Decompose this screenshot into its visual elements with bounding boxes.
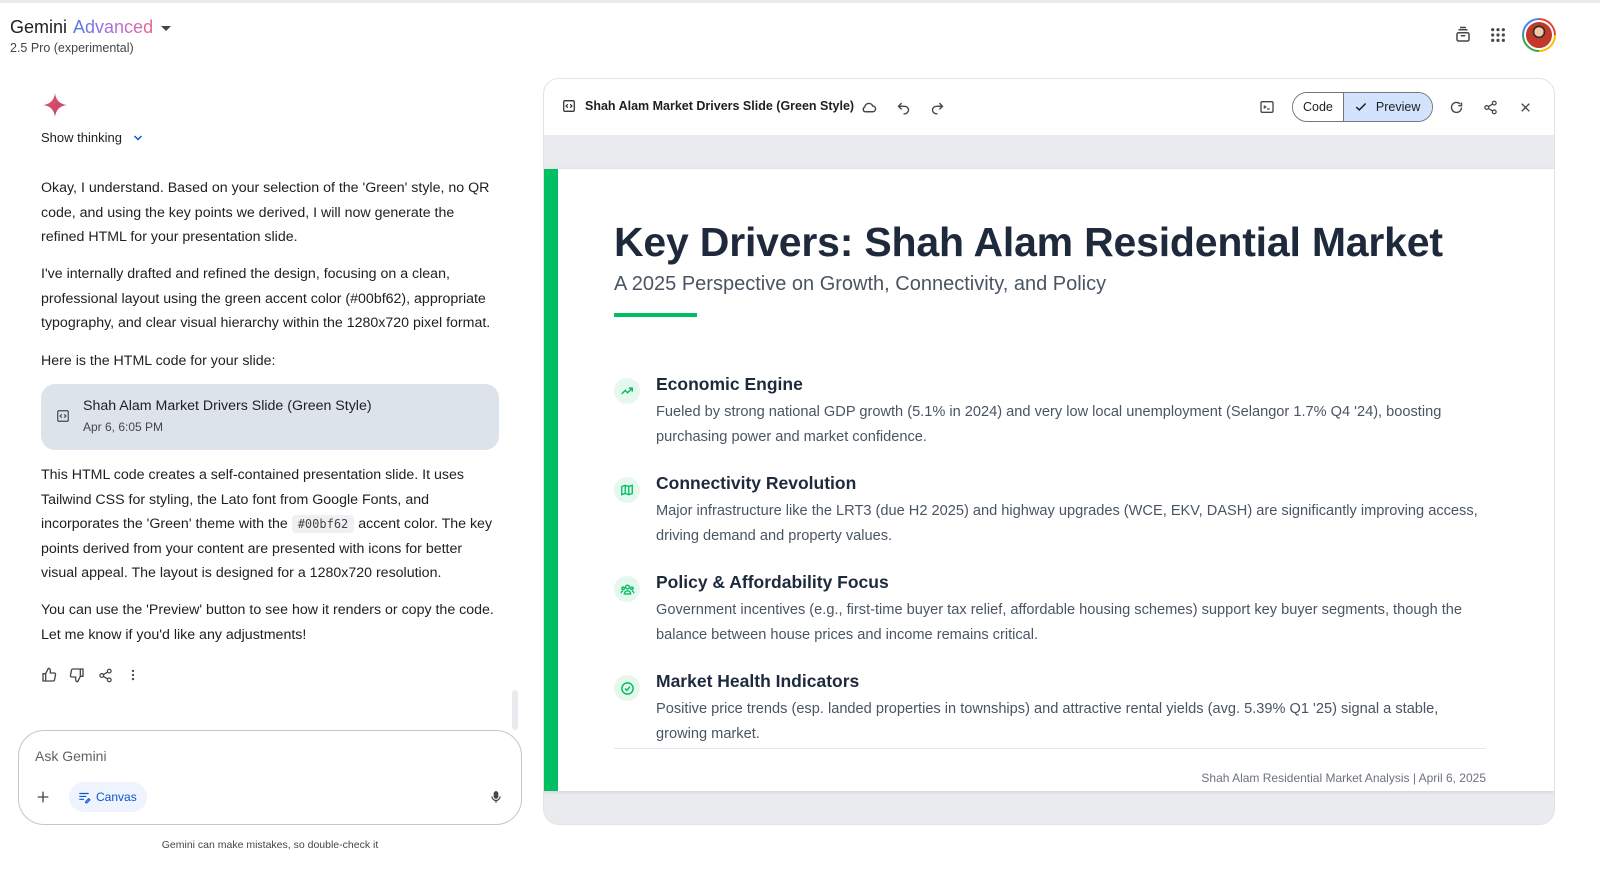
key-point-body: Major infrastructure like the LRT3 (due … bbox=[656, 503, 1478, 544]
inline-code: #00bf62 bbox=[291, 515, 355, 533]
prompt-box: Canvas bbox=[18, 730, 522, 825]
cloud-saved-icon[interactable] bbox=[859, 98, 877, 116]
slide-footer: Shah Alam Residential Market Analysis | … bbox=[1201, 771, 1486, 785]
key-point-body: Government incentives (e.g., first-time … bbox=[656, 602, 1463, 643]
app-header: Gemini Advanced 2.5 Pro (experimental) bbox=[0, 0, 1600, 64]
code-file-icon bbox=[57, 410, 69, 422]
preview-tab-label: Preview bbox=[1375, 100, 1421, 114]
chevron-down-icon bbox=[133, 134, 142, 141]
code-file-icon bbox=[563, 100, 575, 112]
model-label: 2.5 Pro (experimental) bbox=[10, 41, 134, 55]
share-icon[interactable] bbox=[1481, 98, 1499, 116]
thumbs-up-icon[interactable] bbox=[40, 666, 58, 684]
key-point-title: Connectivity Revolution bbox=[656, 473, 857, 493]
artifact-title: Shah Alam Market Drivers Slide (Green St… bbox=[83, 398, 372, 414]
redo-icon[interactable] bbox=[928, 98, 946, 116]
avatar-photo bbox=[1524, 20, 1554, 50]
model-switcher[interactable]: Gemini Advanced bbox=[10, 17, 172, 38]
chat-panel: Show thinking Okay, I understand. Based … bbox=[0, 70, 540, 875]
map-icon bbox=[614, 477, 640, 503]
slide-preview: Key Drivers: Shah Alam Residential Marke… bbox=[544, 169, 1554, 791]
slide-title: Key Drivers: Shah Alam Residential Marke… bbox=[614, 219, 1443, 265]
account-avatar[interactable] bbox=[1522, 18, 1556, 52]
preview-tab-button[interactable]: Preview bbox=[1342, 93, 1433, 121]
response-paragraph: Here is the HTML code for your slide: bbox=[41, 353, 276, 369]
canvas-chip-button[interactable]: Canvas bbox=[69, 782, 147, 812]
scrollbar-thumb[interactable] bbox=[512, 690, 518, 730]
microphone-icon[interactable] bbox=[489, 789, 503, 810]
console-icon[interactable] bbox=[1258, 98, 1276, 116]
key-point-title: Policy & Affordability Focus bbox=[656, 572, 889, 592]
brand-name: Gemini bbox=[10, 17, 68, 37]
key-point-body: Positive price trends (esp. landed prope… bbox=[656, 701, 1439, 742]
caret-down-icon bbox=[161, 26, 172, 31]
trending-up-icon bbox=[614, 378, 640, 404]
undo-icon[interactable] bbox=[894, 98, 912, 116]
key-point-title: Market Health Indicators bbox=[656, 671, 860, 691]
artifact-date: Apr 6, 6:05 PM bbox=[83, 420, 164, 434]
key-point-title: Economic Engine bbox=[656, 374, 803, 394]
title-underline bbox=[614, 313, 697, 317]
code-tab-label: Code bbox=[1303, 100, 1333, 114]
more-vert-icon[interactable] bbox=[124, 666, 142, 684]
check-circle-icon bbox=[614, 675, 640, 701]
footer-divider bbox=[614, 748, 1486, 749]
library-icon[interactable] bbox=[1452, 24, 1474, 46]
thumbs-down-icon[interactable] bbox=[68, 666, 86, 684]
slide-subtitle: A 2025 Perspective on Growth, Connectivi… bbox=[614, 273, 1107, 295]
response-paragraph: This HTML code creates a self-contained … bbox=[41, 463, 501, 586]
brand-tier: Advanced bbox=[73, 17, 154, 37]
gemini-sparkle-icon bbox=[43, 93, 67, 117]
canvas-toolbar: Shah Alam Market Drivers Slide (Green St… bbox=[544, 79, 1554, 135]
apps-grid-icon[interactable] bbox=[1487, 24, 1509, 46]
disclaimer-text: Gemini can make mistakes, so double-chec… bbox=[161, 839, 379, 851]
artifact-card[interactable]: Shah Alam Market Drivers Slide (Green St… bbox=[41, 384, 499, 450]
response-paragraph: You can use the 'Preview' button to see … bbox=[41, 602, 494, 643]
view-toggle: Code Preview bbox=[1292, 92, 1434, 122]
close-icon[interactable] bbox=[1516, 98, 1534, 116]
share-icon[interactable] bbox=[96, 666, 114, 684]
show-thinking-toggle[interactable]: Show thinking bbox=[41, 130, 144, 145]
canvas-panel: Shah Alam Market Drivers Slide (Green St… bbox=[543, 78, 1555, 825]
response-paragraph: I've internally drafted and refined the … bbox=[41, 266, 491, 331]
slide-accent-bar bbox=[544, 169, 558, 791]
response-paragraph: Okay, I understand. Based on your select… bbox=[41, 180, 490, 245]
canvas-icon bbox=[79, 792, 91, 804]
canvas-title: Shah Alam Market Drivers Slide (Green St… bbox=[585, 99, 855, 113]
key-point-body: Fueled by strong national GDP growth (5.… bbox=[656, 404, 1442, 445]
response-actions bbox=[40, 666, 142, 684]
show-thinking-label: Show thinking bbox=[41, 130, 122, 145]
add-attachment-icon[interactable] bbox=[33, 787, 53, 807]
people-icon bbox=[614, 576, 640, 602]
prompt-input[interactable] bbox=[35, 745, 475, 767]
canvas-chip-label: Canvas bbox=[96, 790, 137, 804]
refresh-icon[interactable] bbox=[1447, 98, 1465, 116]
check-icon bbox=[1355, 102, 1367, 111]
code-tab-button[interactable]: Code bbox=[1293, 93, 1343, 121]
